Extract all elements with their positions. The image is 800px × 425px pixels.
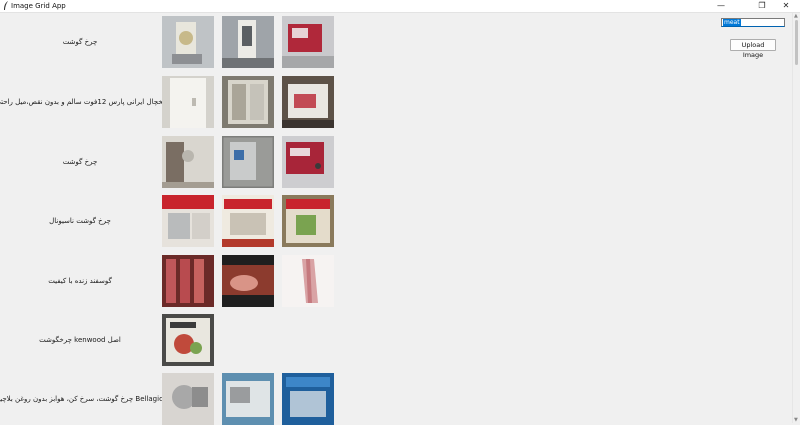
vertical-scrollbar[interactable]: ▲ ▼ [792,13,800,423]
thumbnail-image [162,195,214,247]
thumbnail-image [162,314,214,366]
thumbnail-image [282,136,334,188]
thumbnail-image [162,76,214,128]
grid-row: چرخ گوشت ناسیونال [0,195,340,247]
grid-row: چرخ گوشت [0,136,340,188]
row-label: چرخ گوشت ناسیونال [49,217,111,225]
thumbnail-image [222,195,274,247]
thumbnail-image [282,373,334,425]
scroll-down-icon[interactable]: ▼ [794,417,798,423]
row-label: Bellagio چرخ گوشت، سرخ کن، هوابز بدون رو… [0,395,164,403]
thumbnail-image [282,255,334,307]
feather-icon [4,1,8,10]
thumbnail-image [222,136,274,188]
grid-row: چرخ گوشت [0,16,340,68]
row-label: چرخ گوشت [62,38,98,46]
thumbnail-image [282,16,334,68]
search-input[interactable]: meat [721,18,785,27]
row-label: گوسفند زنده با کیفیت [48,277,112,285]
thumbnail-image [222,16,274,68]
row-label: اصل kenwood چرخگوشت [39,336,121,344]
upload-image-button[interactable]: Upload Image [730,39,776,59]
grid-row: گوسفند زنده با کیفیت [0,255,340,307]
scroll-up-icon[interactable]: ▲ [794,13,798,19]
thumbnail-image [162,373,214,425]
window-title: Image Grid App [11,2,66,10]
thumbnail-image [222,76,274,128]
grid-row: Bellagio چرخ گوشت، سرخ کن، هوابز بدون رو… [0,373,340,425]
grid-row: اصل kenwood چرخگوشت [0,314,340,366]
row-label: چرخ گوشت [62,158,98,166]
close-button[interactable]: ✕ [772,0,800,12]
thumbnail-image [162,255,214,307]
minimize-button[interactable]: — [707,0,735,12]
thumbnail-image [162,16,214,68]
search-input-value: meat [723,19,741,26]
scrollbar-thumb[interactable] [795,20,798,65]
thumbnail-image [282,195,334,247]
title-bar: Image Grid App — ❐ ✕ [0,0,800,13]
thumbnail-image [222,373,274,425]
thumbnail-image [222,255,274,307]
row-label: یخچال ایرانی پارس 12فوت سالم و بدون نقص،… [0,98,165,106]
image-grid: چرخ گوشت یخچال ایرانی پارس 12فوت سالم و … [0,13,792,425]
grid-row: یخچال ایرانی پارس 12فوت سالم و بدون نقص،… [0,76,340,128]
thumbnail-image [282,76,334,128]
thumbnail-image [162,136,214,188]
